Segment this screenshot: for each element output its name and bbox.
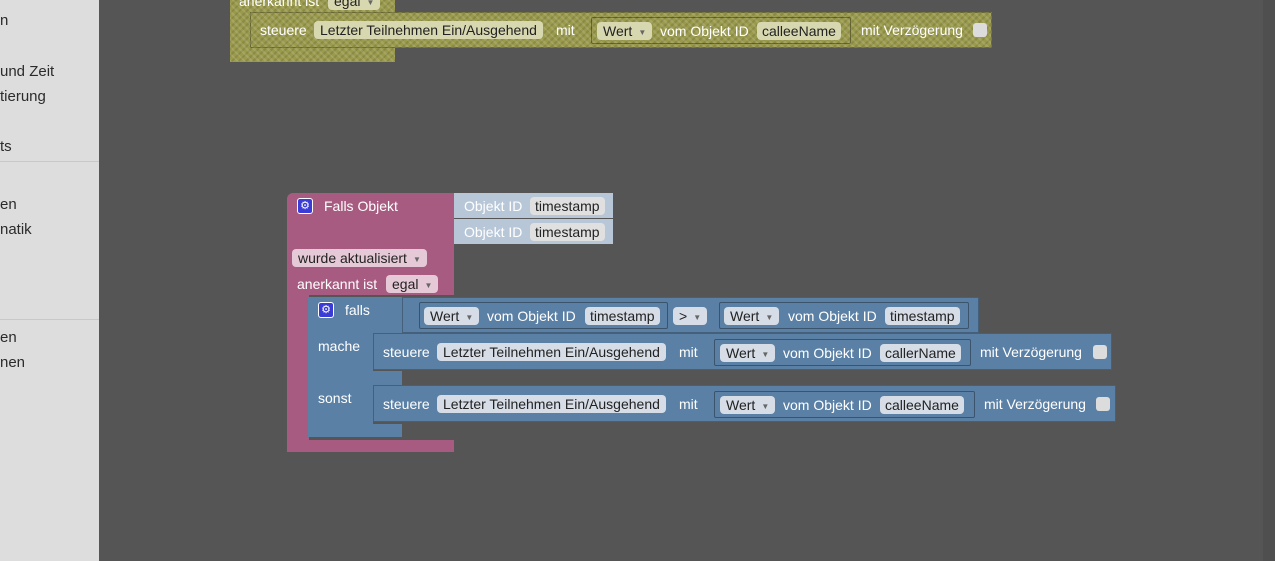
ack-label: anerkannt ist bbox=[297, 276, 378, 292]
toolbox-sidebar: n und Zeit tierung ts en natik en nen bbox=[0, 0, 99, 561]
vom-objekt-label: vom Objekt ID bbox=[783, 345, 872, 361]
ack-label: anerkannt ist bbox=[239, 0, 320, 9]
right-wert-dropdown[interactable]: Wert ▼ bbox=[724, 307, 780, 325]
gear-icon[interactable]: ⚙ bbox=[297, 198, 313, 214]
workspace-scrollbar[interactable] bbox=[1263, 0, 1275, 561]
toolbox-category[interactable]: n bbox=[0, 12, 8, 29]
delay-checkbox[interactable] bbox=[1093, 345, 1107, 359]
mit-label: mit bbox=[679, 396, 698, 412]
steuere-label: steuere bbox=[383, 396, 430, 412]
vom-objekt-label: vom Objekt ID bbox=[783, 397, 872, 413]
object-id-label: Objekt ID bbox=[464, 198, 523, 214]
wert-dropdown[interactable]: Wert ▼ bbox=[720, 344, 776, 362]
object-id-field[interactable]: timestamp bbox=[585, 307, 660, 325]
wert-dropdown[interactable]: Wert ▼ bbox=[720, 396, 776, 414]
event-title: Falls Objekt bbox=[324, 198, 398, 214]
vom-objekt-label: vom Objekt ID bbox=[788, 308, 877, 324]
operator-dropdown[interactable]: > ▼ bbox=[673, 307, 708, 325]
vom-objekt-label: vom Objekt ID bbox=[487, 308, 576, 324]
object-id-field[interactable]: calleeName bbox=[880, 396, 964, 414]
delay-label: mit Verzögerung bbox=[861, 22, 963, 38]
delay-checkbox[interactable] bbox=[973, 23, 987, 37]
target-dropdown[interactable]: Letzter Teilnehmen Ein/Ausgehend bbox=[314, 21, 543, 39]
if-mid-arm bbox=[373, 371, 402, 385]
toolbox-category[interactable]: en bbox=[0, 196, 17, 213]
mit-label: mit bbox=[556, 22, 575, 38]
vom-objekt-label: vom Objekt ID bbox=[660, 23, 749, 39]
object-id-field[interactable]: timestamp bbox=[530, 223, 605, 241]
delay-label: mit Verzögerung bbox=[980, 344, 1082, 360]
toolbox-category[interactable]: tierung bbox=[0, 88, 46, 105]
object-id-field[interactable]: timestamp bbox=[885, 307, 960, 325]
toolbox-category[interactable]: nen bbox=[0, 354, 25, 371]
toolbox-category[interactable]: ts bbox=[0, 138, 12, 155]
target-dropdown[interactable]: Letzter Teilnehmen Ein/Ausgehend bbox=[437, 395, 666, 413]
if-footer bbox=[308, 424, 402, 437]
gear-icon[interactable]: ⚙ bbox=[318, 302, 334, 318]
object-id-field[interactable]: timestamp bbox=[530, 197, 605, 215]
trigger-dropdown[interactable]: wurde aktualisiert ▼ bbox=[292, 249, 427, 267]
ack-dropdown[interactable]: egal ▼ bbox=[386, 275, 439, 293]
steuere-label: steuere bbox=[260, 22, 307, 38]
event-footer bbox=[287, 440, 454, 452]
delay-label: mit Verzögerung bbox=[984, 396, 1086, 412]
toolbox-category[interactable]: und Zeit bbox=[0, 63, 54, 80]
left-wert-dropdown[interactable]: Wert ▼ bbox=[424, 307, 480, 325]
mit-label: mit bbox=[679, 344, 698, 360]
target-dropdown[interactable]: Letzter Teilnehmen Ein/Ausgehend bbox=[437, 343, 666, 361]
toolbox-category[interactable]: natik bbox=[0, 221, 32, 238]
toolbox-separator bbox=[0, 319, 99, 320]
toolbox-category[interactable]: en bbox=[0, 329, 17, 346]
object-id-label: Objekt ID bbox=[464, 224, 523, 240]
object-id-field[interactable]: calleeName bbox=[757, 22, 841, 40]
sonst-label: sonst bbox=[318, 390, 352, 406]
delay-checkbox[interactable] bbox=[1096, 397, 1110, 411]
event-spine bbox=[287, 295, 309, 442]
mache-label: mache bbox=[318, 338, 361, 354]
object-id-field[interactable]: callerName bbox=[880, 344, 961, 362]
toolbox-separator bbox=[0, 161, 99, 162]
steuere-label: steuere bbox=[383, 344, 430, 360]
ack-dropdown[interactable]: egal ▼ bbox=[328, 0, 381, 10]
falls-label: falls bbox=[345, 302, 370, 318]
wert-dropdown[interactable]: Wert ▼ bbox=[597, 22, 653, 40]
